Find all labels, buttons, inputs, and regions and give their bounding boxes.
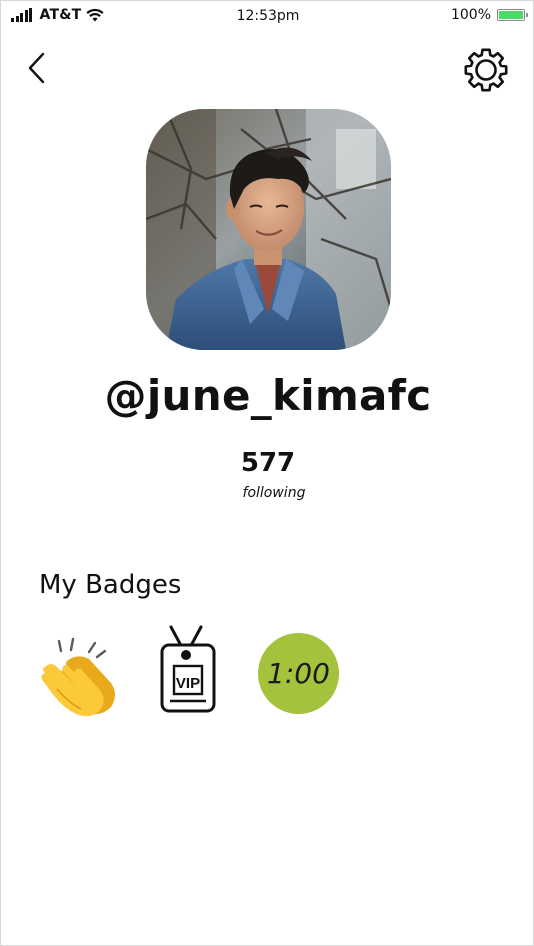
- settings-button[interactable]: [463, 47, 509, 93]
- back-button[interactable]: [23, 49, 53, 87]
- chevron-left-icon: [28, 52, 45, 84]
- gear-icon: [464, 48, 508, 92]
- vip-pass-icon: VIP: [160, 625, 216, 713]
- phone-screen: AT&T 12:53pm 100% @june_kimafc 577 follo…: [0, 0, 534, 946]
- clapping-hands-icon: [41, 637, 115, 717]
- status-right: 100%: [450, 7, 528, 23]
- status-bar: AT&T 12:53pm 100%: [1, 1, 534, 33]
- following-count[interactable]: 577: [1, 448, 534, 478]
- vip-label: VIP: [176, 675, 200, 692]
- timer-label: 1:00: [267, 657, 330, 690]
- badge-clap[interactable]: [37, 637, 119, 719]
- gear-teeth: [464, 48, 508, 92]
- profile-photo: [146, 109, 391, 350]
- battery-icon: [497, 9, 528, 21]
- badge-vip[interactable]: VIP: [157, 623, 219, 715]
- avatar[interactable]: [146, 109, 391, 350]
- badges-heading: My Badges: [39, 570, 182, 600]
- badge-timer[interactable]: 1:00: [258, 633, 339, 714]
- following-label: following: [242, 485, 306, 501]
- badges-row: VIP 1:00: [37, 623, 357, 723]
- battery-percent: 100%: [450, 7, 491, 23]
- username: @june_kimafc: [104, 371, 432, 420]
- battery-level: [499, 11, 523, 19]
